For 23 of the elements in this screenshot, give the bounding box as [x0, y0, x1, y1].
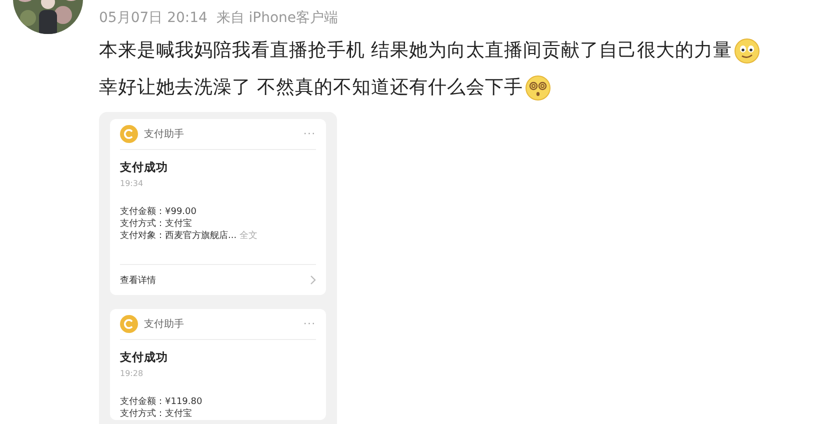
payment-time: 19:28 [120, 369, 144, 378]
post-text: 幸好让她去洗澡了 不然真的不知道还有什么会下手 [99, 76, 523, 100]
payment-time: 19:34 [120, 179, 144, 188]
post-meta: 05月07日 20:14 来自 iPhone客户端 [99, 9, 340, 28]
full-text-link[interactable]: 全文 [240, 230, 258, 242]
payment-detail: 支付金额：¥119.80 [120, 396, 202, 408]
view-details-link[interactable]: 查看详情 [120, 274, 156, 286]
payment-detail: 支付方式：支付宝 [120, 408, 192, 420]
sender-name: 支付助手 [144, 318, 185, 331]
payment-title: 支付成功 [120, 160, 169, 175]
chevron-right-icon [310, 275, 316, 285]
coin-icon [120, 125, 138, 143]
payment-detail: 支付金额：¥99.00 [120, 206, 196, 218]
emoji-icon [524, 75, 551, 101]
payment-detail: 支付对象：西麦官方旗舰店... [120, 230, 237, 242]
more-button[interactable]: ··· [303, 128, 316, 140]
more-button[interactable]: ··· [303, 318, 316, 330]
emoji-icon [734, 38, 760, 64]
sender-name: 支付助手 [144, 128, 185, 141]
payment-detail: 支付方式：支付宝 [120, 218, 192, 230]
coin-icon [120, 315, 138, 333]
post-text: 本来是喊我妈陪我看直播抢手机 结果她为向太直播间贡献了自己很大的力量 [99, 39, 732, 63]
payment-title: 支付成功 [120, 350, 169, 365]
